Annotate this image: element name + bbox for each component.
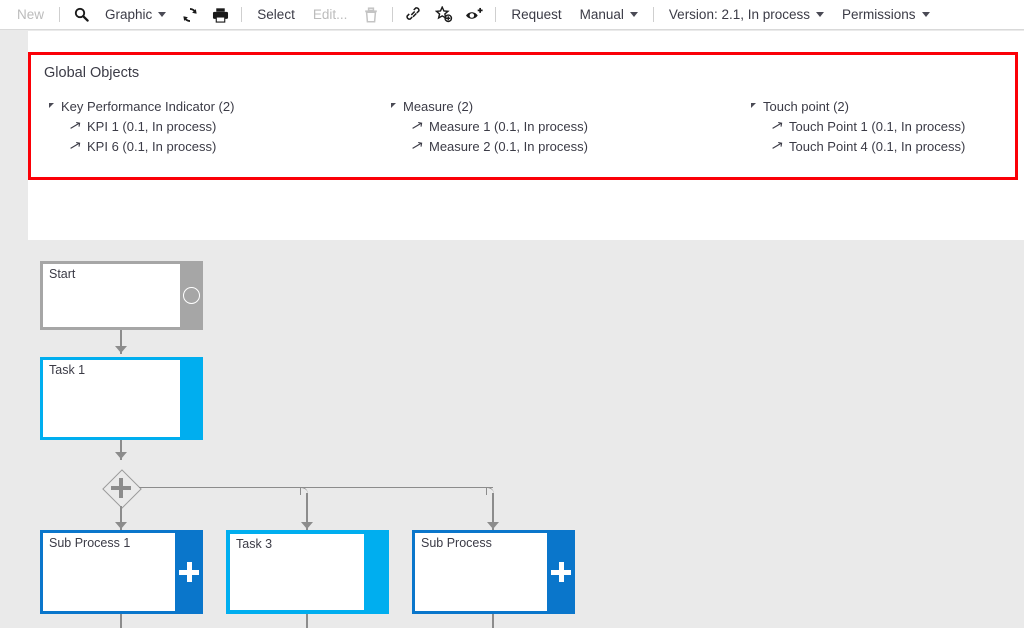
list-item-label: Measure 2 (0.1, In process) — [429, 138, 588, 154]
task-3-node-label: Task 3 — [236, 537, 273, 551]
task-1-node[interactable]: Task 1 — [40, 357, 203, 440]
arrow-right-icon — [412, 121, 423, 132]
triangle-collapse-icon[interactable] — [391, 102, 396, 108]
triangle-collapse-icon[interactable] — [751, 102, 756, 108]
toolbar-print-icon[interactable] — [205, 0, 235, 30]
global-objects-group-kpi: Key Performance Indicator (2) KPI 1 (0.1… — [31, 96, 391, 156]
global-objects-group-measure: Measure (2) Measure 1 (0.1, In process) — [391, 96, 751, 156]
arrowhead-icon — [115, 346, 127, 353]
list-item[interactable]: Touch Point 1 (0.1, In process) — [751, 116, 1015, 136]
toolbar-select[interactable]: Select — [248, 0, 304, 30]
list-item-label: Touch Point 1 (0.1, In process) — [789, 118, 966, 134]
toolbar-favorite-add-icon[interactable] — [429, 0, 459, 30]
toolbar-new[interactable]: New — [8, 0, 53, 30]
group-header-kpi[interactable]: Key Performance Indicator (2) — [49, 96, 391, 116]
toolbar-delete-icon[interactable] — [356, 0, 386, 30]
application-window: New Graphic Select Edit... Request Manua… — [0, 0, 1024, 628]
toolbar-manual-label: Manual — [579, 7, 624, 22]
list-item-label: KPI 6 (0.1, In process) — [87, 138, 217, 154]
plus-icon — [179, 562, 199, 582]
list-item[interactable]: Touch Point 4 (0.1, In process) — [751, 136, 1015, 156]
global-objects-title: Global Objects — [44, 65, 140, 81]
arrowhead-icon — [301, 522, 313, 529]
toolbar-refresh-icon[interactable] — [175, 0, 205, 30]
arrowhead-icon — [115, 522, 127, 529]
group-label: Key Performance Indicator (2) — [61, 98, 235, 114]
connector-subprocess1-tail — [120, 614, 122, 628]
chevron-down-icon — [629, 12, 638, 17]
arrowhead-icon — [487, 522, 499, 529]
triangle-collapse-icon[interactable] — [49, 102, 54, 108]
toolbar-graphic[interactable]: Graphic — [96, 0, 175, 30]
circle-icon — [183, 287, 200, 304]
toolbar-permissions-label: Permissions — [842, 7, 916, 22]
list-item[interactable]: KPI 6 (0.1, In process) — [49, 136, 391, 156]
group-label: Touch point (2) — [763, 98, 849, 114]
start-node-label: Start — [49, 267, 76, 281]
list-item-label: Touch Point 4 (0.1, In process) — [789, 138, 966, 154]
toolbar-separator — [652, 7, 654, 22]
connector-gateway-trunk-far — [139, 486, 493, 489]
parallel-gateway[interactable] — [101, 468, 142, 509]
toolbar-version[interactable]: Version: 2.1, In process — [660, 0, 833, 30]
list-item[interactable]: Measure 2 (0.1, In process) — [391, 136, 751, 156]
group-header-measure[interactable]: Measure (2) — [391, 96, 751, 116]
toolbar-edit[interactable]: Edit... — [304, 0, 357, 30]
toolbar-separator — [59, 7, 61, 22]
arrow-right-icon — [70, 141, 81, 152]
toolbar-version-label: Version: 2.1, In process — [668, 7, 810, 22]
list-item-label: KPI 1 (0.1, In process) — [87, 118, 217, 134]
toolbar-request[interactable]: Request — [502, 0, 570, 30]
arrow-right-icon — [772, 121, 783, 132]
toolbar-permissions[interactable]: Permissions — [833, 0, 939, 30]
group-header-touchpoint[interactable]: Touch point (2) — [751, 96, 1015, 116]
group-label: Measure (2) — [403, 98, 474, 114]
toolbar-link-icon[interactable] — [399, 0, 429, 30]
arrowhead-icon — [115, 452, 127, 459]
sub-process-expand-badge[interactable] — [547, 530, 575, 614]
toolbar-separator — [495, 7, 497, 22]
sub-process-1-node-label: Sub Process 1 — [49, 536, 131, 550]
chevron-down-icon — [158, 12, 167, 17]
toolbar-separator — [241, 7, 243, 22]
arrow-right-icon — [70, 121, 81, 132]
chevron-down-icon — [816, 12, 824, 17]
start-node[interactable]: Start — [40, 261, 203, 330]
task-3-node[interactable]: Task 3 — [226, 530, 389, 614]
list-item-label: Measure 1 (0.1, In process) — [429, 118, 588, 134]
sub-process-1-node[interactable]: Sub Process 1 — [40, 530, 203, 614]
connector-task3-tail — [306, 614, 308, 628]
connector-subprocess-tail — [492, 614, 494, 628]
diagram-canvas: Start Task 1 Sub Process 1 Task 3 Sub Pr… — [0, 240, 1024, 628]
toolbar-manual[interactable]: Manual — [571, 0, 647, 30]
toolbar-separator — [392, 7, 394, 22]
start-node-badge — [180, 261, 203, 330]
arrow-right-icon — [772, 141, 783, 152]
sub-process-1-expand-badge[interactable] — [175, 530, 203, 614]
global-objects-columns: Key Performance Indicator (2) KPI 1 (0.1… — [31, 96, 1015, 156]
list-item[interactable]: Measure 1 (0.1, In process) — [391, 116, 751, 136]
toolbar-graphic-label: Graphic — [105, 7, 153, 22]
arrow-right-icon — [412, 141, 423, 152]
toolbar-search-icon[interactable] — [66, 0, 96, 30]
plus-icon — [102, 469, 139, 506]
toolbar-subscribe-icon[interactable] — [459, 0, 489, 30]
list-item[interactable]: KPI 1 (0.1, In process) — [49, 116, 391, 136]
plus-icon — [551, 562, 571, 582]
task-1-node-label: Task 1 — [49, 363, 86, 377]
global-objects-group-touchpoint: Touch point (2) Touch Point 1 (0.1, In p… — [751, 96, 1015, 156]
sub-process-node[interactable]: Sub Process — [412, 530, 575, 614]
chevron-down-icon — [921, 12, 930, 17]
global-objects-panel: Global Objects Key Performance Indicator… — [28, 52, 1018, 180]
main-toolbar: New Graphic Select Edit... Request Manua… — [0, 0, 1024, 30]
sub-process-node-label: Sub Process — [421, 536, 492, 550]
